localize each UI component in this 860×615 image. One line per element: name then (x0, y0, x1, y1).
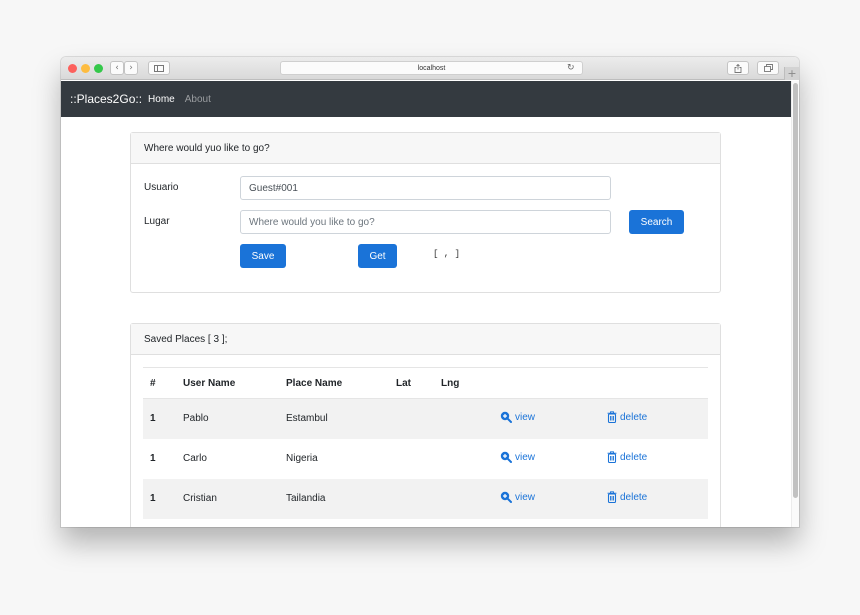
view-link-label: view (515, 451, 536, 463)
address-text: localhost (417, 64, 446, 72)
trash-icon (607, 491, 617, 503)
close-window-button[interactable] (68, 64, 77, 73)
chevron-left-icon[interactable]: ‹ (110, 61, 124, 75)
lugar-label: Lugar (144, 216, 170, 227)
usuario-input[interactable] (240, 176, 611, 200)
delete-link-label: delete (620, 491, 648, 503)
view-link[interactable]: view (500, 491, 535, 503)
browser-window: ‹ › localhost ↻ + ::Places2Go:: Home Abo… (61, 57, 799, 527)
search-card-header: Where would yuo like to go? (131, 133, 720, 164)
zoom-in-icon (500, 491, 512, 503)
row-delete-cell: delete (607, 478, 708, 519)
row-view-cell: view (500, 398, 607, 439)
column-header-place: Place Name (286, 367, 396, 399)
row-lng (441, 439, 500, 479)
usuario-label: Usuario (144, 182, 179, 193)
nav-about[interactable]: About (185, 94, 211, 105)
row-number: 1 (143, 478, 183, 519)
row-delete-cell: delete (607, 398, 708, 439)
trash-icon (607, 411, 617, 424)
lugar-input[interactable] (240, 210, 611, 234)
column-header-view (500, 367, 607, 399)
row-view-cell: view (500, 439, 607, 479)
row-lng (441, 478, 500, 519)
view-link[interactable]: view (500, 451, 535, 463)
zoom-in-icon (500, 412, 512, 424)
row-place-name: Tailandia (286, 478, 396, 519)
column-header-number: # (143, 367, 183, 399)
trash-icon (607, 451, 617, 463)
navbar: ::Places2Go:: Home About (61, 81, 791, 117)
table-row: 1 Pablo Estambul view delete (143, 398, 708, 439)
column-header-lng: Lng (441, 367, 500, 399)
minimize-window-button[interactable] (81, 64, 90, 73)
view-link-label: view (515, 411, 536, 423)
zoom-in-icon (500, 451, 512, 463)
plus-icon[interactable]: + (784, 67, 799, 80)
table-row: 1 Carlo Nigeria view delete (143, 439, 708, 479)
delete-link-label: delete (620, 451, 648, 463)
search-button[interactable]: Search (629, 210, 684, 234)
row-lat (396, 478, 441, 519)
column-header-lat: Lat (396, 367, 441, 399)
brand-logo[interactable]: ::Places2Go:: (70, 92, 142, 106)
row-lng (441, 398, 500, 439)
column-header-delete (607, 367, 708, 399)
table-row: 1 Cristian Tailandia view delete (143, 478, 708, 519)
search-form-card: Where would yuo like to go? Usuario Luga… (130, 132, 721, 293)
coords-readout: [ , ] (433, 249, 461, 259)
row-user-name: Carlo (183, 453, 207, 464)
row-delete-cell: delete (607, 439, 708, 479)
tabs-icon[interactable] (757, 61, 779, 75)
row-user-name: Pablo (183, 398, 286, 439)
row-place-name: Estambul (286, 398, 396, 439)
row-number: 1 (143, 398, 183, 439)
table-header-row: # User Name Place Name Lat Lng (143, 367, 708, 399)
reload-icon[interactable]: ↻ (567, 61, 575, 75)
address-bar[interactable]: localhost (280, 61, 583, 75)
nav-home[interactable]: Home (148, 94, 175, 105)
saved-card-header: Saved Places [ 3 ]; (131, 324, 720, 355)
delete-link[interactable]: delete (607, 411, 648, 424)
row-lat (396, 439, 441, 479)
delete-link[interactable]: delete (607, 451, 647, 463)
maximize-window-button[interactable] (94, 64, 103, 73)
saved-places-table: # User Name Place Name Lat Lng 1 Pablo E… (143, 367, 708, 519)
delete-link-label: delete (620, 411, 648, 423)
row-user-name: Cristian (183, 478, 286, 519)
saved-places-card: Saved Places [ 3 ]; # User Name Place Na… (130, 323, 721, 527)
row-place-name: Nigeria (286, 453, 318, 464)
column-header-user: User Name (183, 367, 286, 399)
save-button[interactable]: Save (240, 244, 286, 268)
browser-titlebar: ‹ › localhost ↻ + (61, 57, 799, 80)
scrollbar[interactable] (791, 81, 799, 527)
row-number: 1 (150, 453, 156, 464)
chevron-right-icon[interactable]: › (124, 61, 138, 75)
delete-link[interactable]: delete (607, 491, 647, 503)
share-icon[interactable] (727, 61, 749, 75)
view-link-label: view (515, 491, 536, 503)
row-lat (396, 398, 441, 439)
get-button[interactable]: Get (358, 244, 397, 268)
scroll-thumb[interactable] (793, 83, 798, 498)
view-link[interactable]: view (500, 411, 536, 424)
row-view-cell: view (500, 478, 607, 519)
sidebar-icon[interactable] (148, 61, 170, 75)
